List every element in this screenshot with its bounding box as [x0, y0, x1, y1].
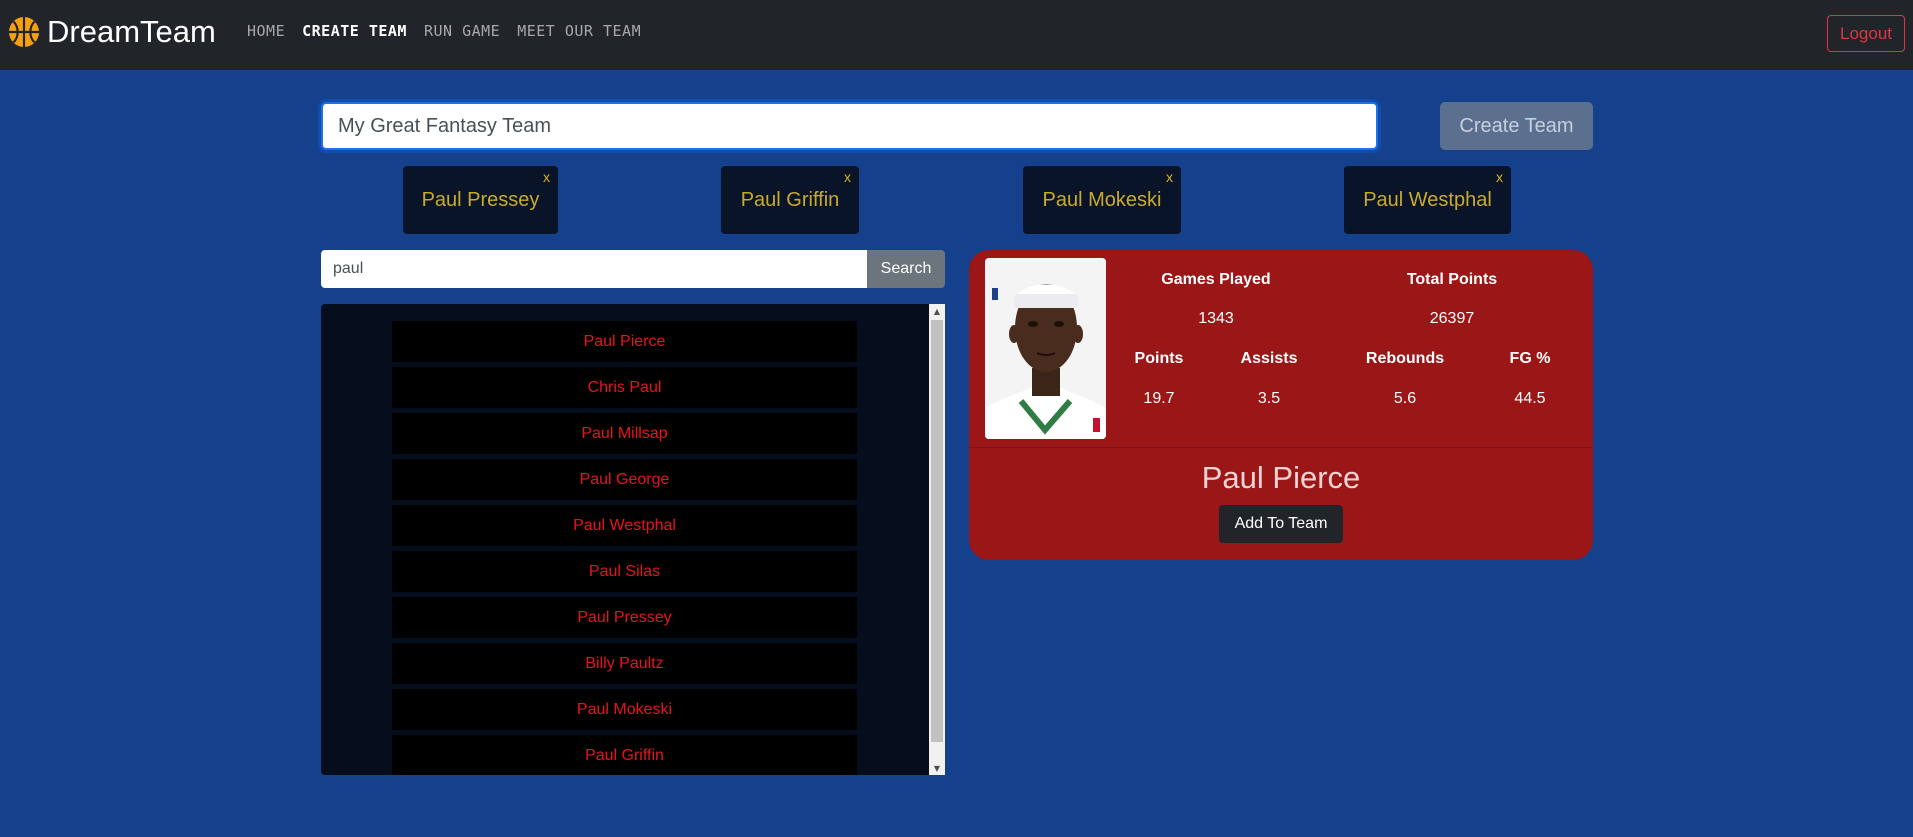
team-player-chip: Paul Pressey x	[403, 166, 558, 234]
add-to-team-button[interactable]: Add To Team	[1219, 505, 1343, 543]
games-played-label: Games Played	[1161, 271, 1271, 288]
result-item[interactable]: Paul Westphal	[392, 505, 857, 546]
navbar: DreamTeam HOME CREATE TEAM RUN GAME MEET…	[0, 0, 1913, 70]
chip-player-name: Paul Westphal	[1363, 188, 1492, 211]
result-item[interactable]: Billy Paultz	[392, 643, 857, 684]
result-item[interactable]: Paul George	[392, 459, 857, 500]
player-photo-image	[985, 258, 1106, 439]
result-item[interactable]: Paul Millsap	[392, 413, 857, 454]
chip-player-name: Paul Pressey	[421, 188, 540, 211]
search-results-list[interactable]: Paul Pierce Chris Paul Paul Millsap Paul…	[321, 304, 945, 775]
scrollbar-thumb[interactable]	[931, 320, 943, 742]
card-divider	[969, 447, 1593, 448]
triangle-up-icon[interactable]: ▲	[929, 304, 945, 318]
triangle-down-icon[interactable]: ▼	[929, 761, 945, 775]
chip-player-name: Paul Mokeski	[1042, 188, 1162, 211]
result-item[interactable]: Chris Paul	[392, 367, 857, 408]
create-team-button[interactable]: Create Team	[1440, 102, 1593, 150]
team-player-chip: Paul Westphal x	[1344, 166, 1511, 234]
remove-player-button[interactable]: x	[1166, 169, 1173, 185]
player-card: Games Played Total Points 1343 26397 Poi…	[969, 250, 1593, 560]
total-points-value: 26397	[1429, 310, 1475, 327]
result-item[interactable]: Paul Mokeski	[392, 689, 857, 730]
results-scrollbar[interactable]: ▲ ▼	[929, 304, 945, 775]
games-played-value: 1343	[1198, 310, 1234, 327]
points-value: 19.7	[1143, 390, 1175, 407]
nav-meet-our-team[interactable]: MEET OUR TEAM	[517, 21, 641, 41]
fg-percent-value: 44.5	[1514, 390, 1546, 407]
assists-value: 3.5	[1257, 390, 1281, 407]
result-item[interactable]: Paul Pierce	[392, 321, 857, 362]
total-points-label: Total Points	[1406, 271, 1498, 288]
search-button[interactable]: Search	[867, 250, 945, 288]
rebounds-label: Rebounds	[1365, 350, 1445, 367]
player-name: Paul Pierce	[1201, 460, 1361, 495]
nav-home[interactable]: HOME	[247, 21, 285, 41]
brand-name: DreamTeam	[47, 14, 216, 49]
nav-create-team[interactable]: CREATE TEAM	[302, 21, 407, 41]
fg-percent-label: FG %	[1509, 350, 1551, 367]
team-player-chip: Paul Mokeski x	[1023, 166, 1181, 234]
points-label: Points	[1134, 350, 1184, 367]
nav-run-game[interactable]: RUN GAME	[424, 21, 500, 41]
result-item[interactable]: Paul Pressey	[392, 597, 857, 638]
rebounds-value: 5.6	[1393, 390, 1417, 407]
basketball-icon	[9, 17, 39, 47]
result-item[interactable]: Paul Griffin	[392, 735, 857, 775]
player-search-input[interactable]: paul	[321, 250, 868, 288]
team-player-chip: Paul Griffin x	[721, 166, 859, 234]
player-photo	[985, 258, 1106, 439]
remove-player-button[interactable]: x	[1496, 169, 1503, 185]
remove-player-button[interactable]: x	[844, 169, 851, 185]
chip-player-name: Paul Griffin	[740, 188, 840, 211]
remove-player-button[interactable]: x	[543, 169, 550, 185]
logout-button[interactable]: Logout	[1827, 15, 1905, 52]
main-nav: HOME CREATE TEAM RUN GAME MEET OUR TEAM	[247, 21, 658, 41]
result-item[interactable]: Paul Silas	[392, 551, 857, 592]
team-name-input[interactable]: My Great Fantasy Team	[321, 102, 1378, 150]
assists-label: Assists	[1240, 350, 1298, 367]
brand[interactable]: DreamTeam	[8, 14, 216, 50]
